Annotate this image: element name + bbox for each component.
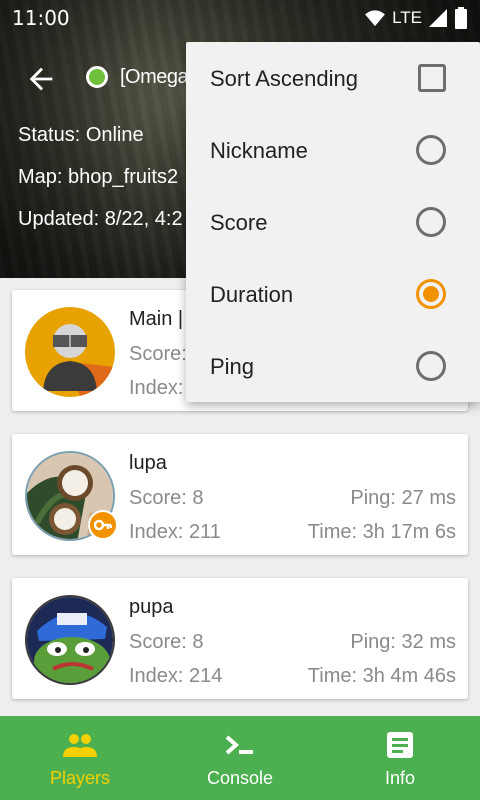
player-avatar <box>25 307 115 397</box>
player-score: Score: 8 <box>129 487 204 509</box>
nickname-radio[interactable] <box>416 135 446 165</box>
player-score: Score: 8 <box>129 631 204 653</box>
player-ping: Ping: 32 ms <box>350 631 456 653</box>
server-map: Map: bhop_fruits2 <box>18 166 179 188</box>
status-bar: 11:00 LTE <box>0 0 480 36</box>
nav-label: Players <box>49 768 111 788</box>
network-type: LTE <box>392 8 422 27</box>
player-time: Time: 3h 4m 46s <box>307 665 456 687</box>
menu-item-sort-ascending[interactable]: Sort Ascending <box>186 42 480 114</box>
admin-key-icon <box>88 510 118 540</box>
wifi-icon <box>365 10 385 27</box>
people-icon <box>63 730 97 760</box>
menu-item-ping[interactable]: Ping <box>186 330 480 402</box>
player-index: Index: 211 <box>129 521 221 543</box>
score-radio[interactable] <box>416 207 446 237</box>
default-avatar-icon <box>25 307 115 397</box>
nav-tab-info[interactable]: Info <box>320 716 480 800</box>
player-name: Main | <box>129 308 184 330</box>
terminal-icon <box>223 730 257 760</box>
document-icon <box>383 730 417 760</box>
duration-radio[interactable] <box>416 279 446 309</box>
menu-item-label: Nickname <box>210 138 308 163</box>
player-ping: Ping: 27 ms <box>350 487 456 509</box>
menu-item-nickname[interactable]: Nickname <box>186 114 480 186</box>
player-name: lupa <box>129 452 167 474</box>
ping-radio[interactable] <box>416 351 446 381</box>
nav-tab-console[interactable]: Console <box>160 716 320 800</box>
signal-icon <box>429 9 447 27</box>
menu-item-label: Score <box>210 210 268 235</box>
player-card[interactable]: pupa Score: 8 Index: 214 Ping: 32 ms Tim… <box>12 578 468 699</box>
menu-item-score[interactable]: Score <box>186 186 480 258</box>
menu-item-label: Sort Ascending <box>210 66 358 91</box>
player-time: Time: 3h 17m 6s <box>307 521 456 543</box>
player-card[interactable]: lupa Score: 8 Index: 211 Ping: 27 ms Tim… <box>12 434 468 555</box>
frog-avatar-image <box>27 597 113 683</box>
player-avatar <box>25 595 115 685</box>
battery-icon <box>455 7 467 29</box>
nav-label: Console <box>206 768 274 788</box>
server-updated: Updated: 8/22, 4:2 <box>18 208 183 230</box>
back-arrow-icon[interactable] <box>24 62 58 96</box>
menu-item-duration[interactable]: Duration <box>186 258 480 330</box>
player-name: pupa <box>129 596 174 618</box>
bottom-navigation: Players Console Info <box>0 716 480 800</box>
player-index: Index: <box>129 377 184 399</box>
nav-tab-players[interactable]: Players <box>0 716 160 800</box>
clock: 11:00 <box>12 6 70 30</box>
nav-label: Info <box>384 768 416 788</box>
server-status: Status: Online <box>18 124 144 146</box>
online-status-icon <box>86 66 108 88</box>
player-score: Score: <box>129 343 187 365</box>
menu-item-label: Duration <box>210 282 294 307</box>
player-index: Index: 214 <box>129 665 223 687</box>
menu-item-label: Ping <box>210 354 255 379</box>
sort-ascending-checkbox[interactable] <box>418 64 446 92</box>
sort-menu: Sort Ascending Nickname Score Duration P… <box>186 42 480 402</box>
